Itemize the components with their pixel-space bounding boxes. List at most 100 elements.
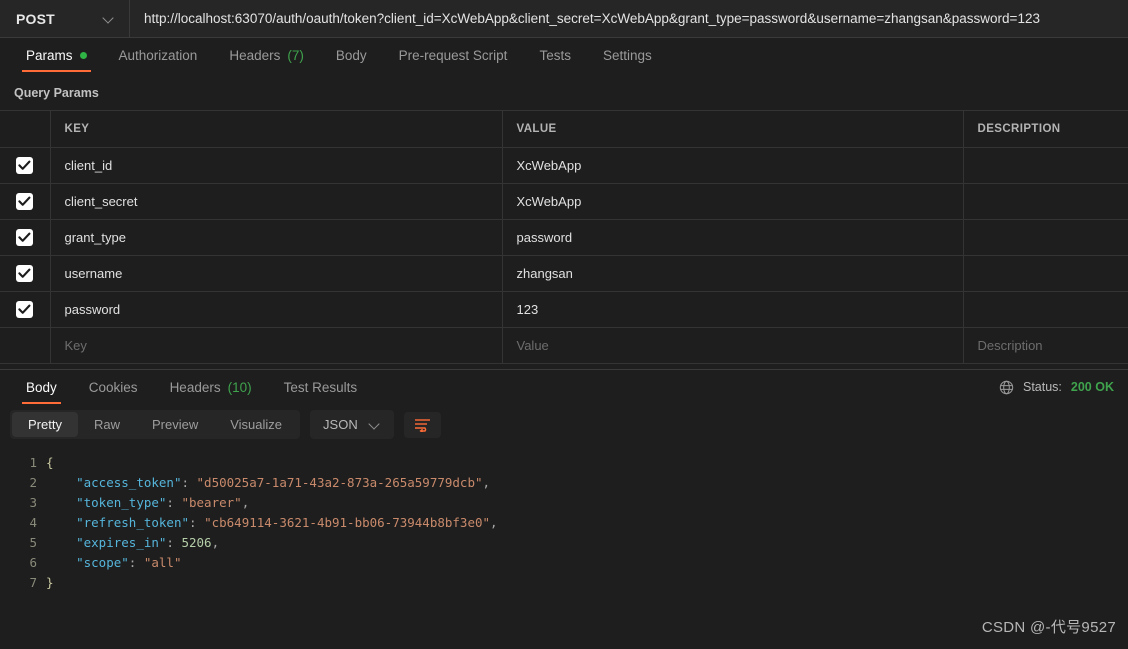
- format-tab-group: Pretty Raw Preview Visualize: [10, 410, 301, 439]
- code-line: 7}: [0, 573, 1128, 593]
- token-punc: [46, 535, 76, 550]
- row-enabled-cell: [0, 327, 51, 364]
- response-tab-headers[interactable]: Headers (10): [154, 370, 268, 404]
- response-tabs: Body Cookies Headers (10) Test Results Statu…: [0, 370, 1128, 404]
- response-tab-label: Cookies: [88, 379, 138, 395]
- code-line-text: {: [46, 453, 54, 473]
- row-checkbox[interactable]: [16, 157, 33, 174]
- table-header-row: KEY VALUE DESCRIPTION: [0, 110, 1128, 148]
- line-number: 4: [29, 515, 37, 530]
- token-str: "all": [143, 555, 182, 570]
- tab-label: Body: [335, 47, 367, 63]
- table-row: password 123: [0, 291, 1128, 328]
- tab-body[interactable]: Body: [320, 38, 383, 72]
- param-value-cell[interactable]: password: [502, 219, 964, 256]
- tab-label: Settings: [602, 47, 652, 63]
- code-line-text: }: [46, 573, 54, 593]
- code-line: 5 "expires_in": 5206,: [0, 533, 1128, 553]
- code-line: 1{: [0, 453, 1128, 473]
- tab-tests[interactable]: Tests: [523, 38, 587, 72]
- param-key-cell[interactable]: client_secret: [50, 183, 503, 220]
- http-method-select[interactable]: POST: [0, 0, 130, 37]
- response-body-code[interactable]: 1{2 "access_token": "d50025a7-1a71-43a2-…: [0, 447, 1128, 593]
- tab-headers[interactable]: Headers (7): [213, 38, 320, 72]
- param-description-cell[interactable]: [963, 219, 1128, 256]
- param-key-cell[interactable]: password: [50, 291, 503, 328]
- tab-authorization[interactable]: Authorization: [103, 38, 214, 72]
- http-method-label: POST: [16, 10, 55, 27]
- line-number: 5: [29, 535, 37, 550]
- line-number: 7: [29, 575, 37, 590]
- row-enabled-cell: [0, 183, 51, 220]
- param-key-cell[interactable]: grant_type: [50, 219, 503, 256]
- chevron-down-icon: [370, 419, 381, 430]
- token-num: 5206: [181, 535, 212, 550]
- token-key: "scope": [76, 555, 129, 570]
- code-line-text: "refresh_token": "cb649114-3621-4b91-bb0…: [46, 513, 498, 533]
- word-wrap-button[interactable]: [403, 411, 441, 438]
- code-line-text: "expires_in": 5206,: [46, 533, 219, 553]
- response-language-select[interactable]: JSON: [310, 410, 394, 439]
- param-key-input[interactable]: Key: [50, 327, 503, 364]
- token-str: "bearer": [181, 495, 242, 510]
- line-number: 3: [29, 495, 37, 510]
- param-value-cell[interactable]: XcWebApp: [502, 147, 964, 184]
- param-key-cell[interactable]: username: [50, 255, 503, 292]
- row-enabled-cell: [0, 219, 51, 256]
- row-checkbox[interactable]: [16, 193, 33, 210]
- table-row: client_secret XcWebApp: [0, 183, 1128, 220]
- code-line: 3 "token_type": "bearer",: [0, 493, 1128, 513]
- format-tab-preview[interactable]: Preview: [136, 412, 214, 437]
- token-key: "access_token": [76, 475, 182, 490]
- response-tab-label: Test Results: [283, 379, 358, 395]
- token-punc: :: [128, 555, 144, 570]
- response-language-label: JSON: [323, 417, 358, 432]
- response-tab-cookies[interactable]: Cookies: [73, 370, 154, 404]
- code-line: 6 "scope": "all": [0, 553, 1128, 573]
- row-enabled-cell: [0, 147, 51, 184]
- param-description-input[interactable]: Description: [963, 327, 1128, 364]
- tab-pre-request-script[interactable]: Pre-request Script: [383, 38, 524, 72]
- param-key-cell[interactable]: client_id: [50, 147, 503, 184]
- token-key: "expires_in": [76, 535, 167, 550]
- token-key: "refresh_token": [76, 515, 189, 530]
- token-brace: {: [46, 455, 54, 470]
- format-tab-raw[interactable]: Raw: [78, 412, 136, 437]
- token-str: "d50025a7-1a71-43a2-873a-265a59779dcb": [196, 475, 483, 490]
- token-punc: [46, 495, 76, 510]
- response-tab-body[interactable]: Body: [10, 370, 73, 404]
- format-tab-visualize[interactable]: Visualize: [214, 412, 298, 437]
- tab-settings[interactable]: Settings: [587, 38, 668, 72]
- line-number: 6: [29, 555, 37, 570]
- response-format-bar: Pretty Raw Preview Visualize JSON: [0, 404, 1128, 447]
- param-description-cell[interactable]: [963, 147, 1128, 184]
- row-checkbox[interactable]: [16, 229, 33, 246]
- token-punc: ,: [241, 495, 250, 510]
- url-input[interactable]: http://localhost:63070/auth/oauth/token?…: [130, 0, 1128, 37]
- param-description-cell[interactable]: [963, 291, 1128, 328]
- url-bar: POST http://localhost:63070/auth/oauth/t…: [0, 0, 1128, 38]
- format-tab-pretty[interactable]: Pretty: [12, 412, 78, 437]
- tab-params[interactable]: Params: [10, 38, 103, 72]
- row-checkbox[interactable]: [16, 301, 33, 318]
- column-header-description: DESCRIPTION: [963, 110, 1128, 148]
- column-header-value: VALUE: [502, 110, 964, 148]
- param-value-cell[interactable]: zhangsan: [502, 255, 964, 292]
- token-brace: }: [46, 575, 54, 590]
- param-value-cell[interactable]: XcWebApp: [502, 183, 964, 220]
- param-description-cell[interactable]: [963, 183, 1128, 220]
- status-badge: 200 OK: [1070, 380, 1114, 394]
- response-tab-label: Headers: [169, 379, 221, 395]
- response-tab-test-results[interactable]: Test Results: [268, 370, 374, 404]
- tab-label: Pre-request Script: [398, 47, 508, 63]
- row-checkbox[interactable]: [16, 265, 33, 282]
- code-line-text: "access_token": "d50025a7-1a71-43a2-873a…: [46, 473, 490, 493]
- token-punc: ,: [490, 515, 498, 530]
- param-value-cell[interactable]: 123: [502, 291, 964, 328]
- globe-icon: [999, 380, 1014, 394]
- code-line: 4 "refresh_token": "cb649114-3621-4b91-b…: [0, 513, 1128, 533]
- param-description-cell[interactable]: [963, 255, 1128, 292]
- line-number: 1: [29, 455, 37, 470]
- query-params-table: KEY VALUE DESCRIPTION client_id XcWebApp c…: [0, 110, 1128, 364]
- param-value-input[interactable]: Value: [502, 327, 964, 364]
